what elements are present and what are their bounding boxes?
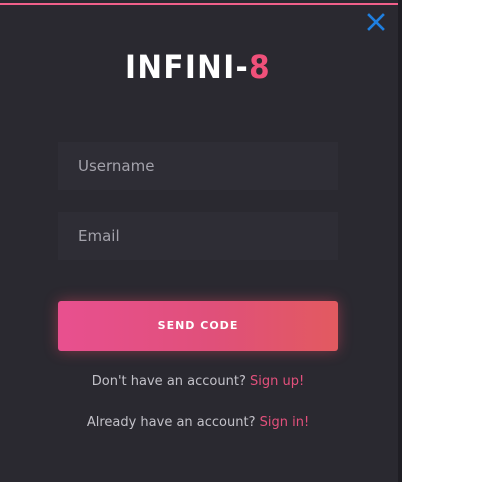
signin-prompt-text: Already have an account? (86, 415, 256, 430)
signup-prompt-text: Don't have an account? (91, 374, 246, 389)
modal-right-edge (398, 0, 402, 482)
close-button[interactable] (365, 11, 387, 33)
signup-modal: INFINI-8 SEND CODE Don't have an account… (0, 0, 402, 482)
email-input[interactable] (58, 212, 338, 260)
signin-prompt-line: Already have an account? Sign in! (0, 415, 396, 430)
signup-link[interactable]: Sign up! (250, 374, 304, 389)
send-code-button[interactable]: SEND CODE (58, 301, 338, 351)
modal-top-accent-line (0, 3, 398, 5)
logo-text: INFINI- (125, 48, 250, 86)
brand-logo: INFINI-8 (16, 47, 380, 87)
page: INFINI-8 SEND CODE Don't have an account… (0, 0, 495, 482)
close-icon (367, 13, 385, 31)
username-input[interactable] (58, 142, 338, 190)
logo-accent-text: 8 (249, 48, 271, 86)
signup-prompt-line: Don't have an account? Sign up! (0, 374, 396, 389)
signin-link[interactable]: Sign in! (260, 415, 310, 430)
